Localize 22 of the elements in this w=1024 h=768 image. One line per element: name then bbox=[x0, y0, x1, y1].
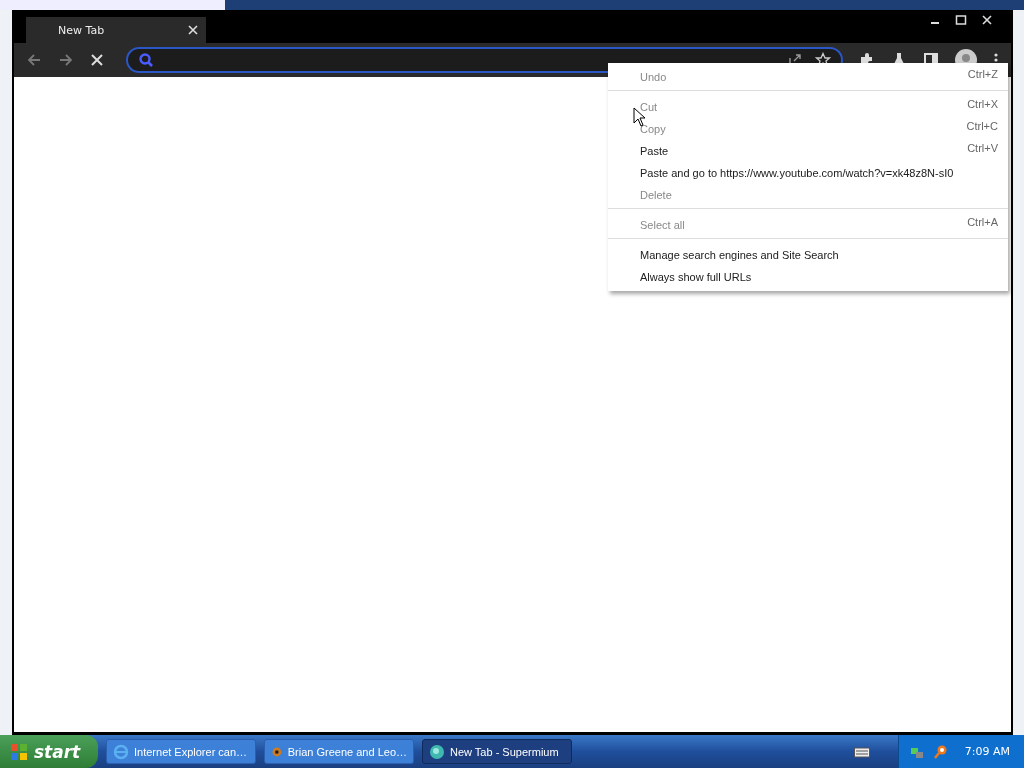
back-icon[interactable] bbox=[26, 52, 42, 68]
clock: 7:09 AM bbox=[964, 745, 1010, 758]
keyboard-icon[interactable] bbox=[853, 745, 870, 758]
menu-item[interactable]: Paste Ctrl+V bbox=[608, 139, 1008, 161]
globe-icon bbox=[429, 743, 445, 760]
menu-item[interactable]: Manage search engines and Site Search bbox=[608, 243, 1008, 265]
taskbar-button[interactable]: New Tab - Supermium bbox=[422, 739, 572, 764]
maximize-icon[interactable] bbox=[955, 14, 967, 26]
magnifier-icon[interactable] bbox=[932, 743, 949, 760]
start-button[interactable]: start bbox=[0, 735, 98, 768]
menu-item[interactable]: Always show full URLs bbox=[608, 265, 1008, 287]
taskbar-button[interactable]: Internet Explorer can… bbox=[106, 739, 256, 764]
taskbar-button[interactable]: Brian Greene and Leo… bbox=[264, 739, 414, 764]
forward-icon[interactable] bbox=[58, 52, 74, 68]
windows-logo-icon bbox=[10, 742, 28, 761]
search-icon bbox=[138, 52, 154, 68]
browser-tab[interactable]: New Tab bbox=[26, 17, 206, 43]
menu-item[interactable]: Paste and go to https://www.youtube.com/watch?v=xk48z8N-sI0 bbox=[608, 161, 1008, 183]
stop-icon[interactable] bbox=[90, 53, 104, 67]
globe-e-icon bbox=[113, 743, 129, 760]
close-icon[interactable] bbox=[981, 14, 993, 26]
close-icon[interactable] bbox=[188, 25, 198, 35]
